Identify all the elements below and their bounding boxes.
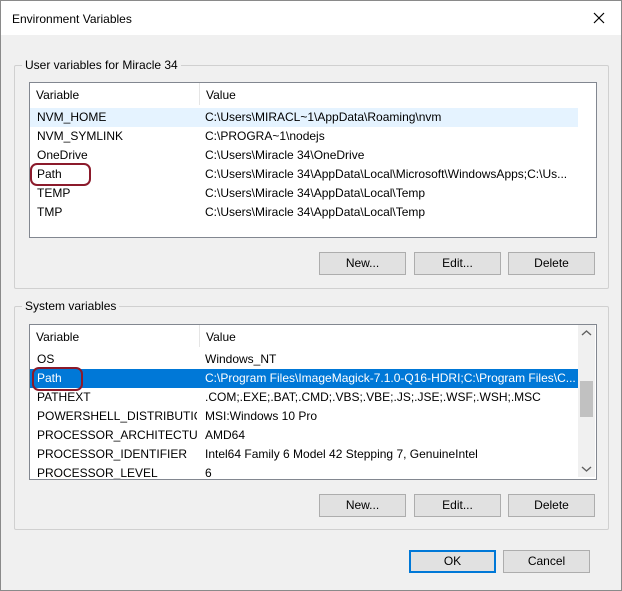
system-list-scrollbar[interactable] — [578, 325, 595, 477]
user-variables-label: User variables for Miracle 34 — [22, 58, 181, 72]
chevron-up-icon — [581, 330, 592, 336]
table-row[interactable]: Path C:\Program Files\ImageMagick-7.1.0-Q… — [30, 369, 578, 388]
user-list-scrollbar[interactable] — [578, 83, 595, 235]
system-edit-button[interactable]: Edit... — [414, 494, 501, 517]
variable-value-cell: Windows_NT — [205, 352, 277, 366]
variable-value-cell: .COM;.EXE;.BAT;.CMD;.VBS;.VBE;.JS;.JSE;.… — [205, 390, 541, 404]
title-bar: Environment Variables — [1, 1, 621, 35]
variable-value-cell: C:\Users\Miracle 34\AppData\Local\Micros… — [205, 167, 568, 181]
system-variables-label: System variables — [22, 299, 120, 313]
variable-value-cell: Intel64 Family 6 Model 42 Stepping 7, Ge… — [205, 447, 478, 461]
user-delete-button[interactable]: Delete — [508, 252, 595, 275]
system-delete-button[interactable]: Delete — [508, 494, 595, 517]
variable-name-cell: PROCESSOR_LEVEL — [37, 466, 158, 480]
ok-button[interactable]: OK — [409, 550, 496, 573]
scroll-thumb[interactable] — [580, 381, 593, 417]
variable-value-cell: C:\Users\Miracle 34\OneDrive — [205, 148, 365, 162]
variable-value-cell: C:\Users\Miracle 34\AppData\Local\Temp — [205, 205, 426, 219]
table-row[interactable]: PROCESSOR_ARCHITECTURE AMD64 — [30, 426, 578, 445]
user-path-highlight — [30, 163, 91, 186]
close-button[interactable] — [577, 1, 621, 35]
variable-value-cell: MSI:Windows 10 Pro — [205, 409, 318, 423]
variable-name-cell: POWERSHELL_DISTRIBUTIO... — [37, 409, 197, 423]
variable-name-cell: NVM_SYMLINK — [37, 129, 124, 143]
table-row[interactable]: NVM_SYMLINK C:\PROGRA~1\nodejs — [30, 127, 578, 146]
environment-variables-dialog: Environment Variables User variables for… — [0, 0, 622, 591]
system-list-header: Variable Value — [30, 325, 578, 347]
user-variables-list[interactable]: Variable Value NVM_HOME C:\Users\MIRACL~1… — [29, 82, 597, 238]
cancel-button[interactable]: Cancel — [503, 550, 590, 573]
user-list-header: Variable Value — [30, 83, 578, 105]
system-path-highlight — [32, 367, 83, 391]
table-row[interactable]: PROCESSOR_IDENTIFIER Intel64 Family 6 Mod… — [30, 445, 578, 464]
variable-value-cell: C:\PROGRA~1\nodejs — [205, 129, 325, 143]
variable-value-cell: C:\Users\Miracle 34\AppData\Local\Temp — [205, 186, 426, 200]
user-new-button[interactable]: New... — [319, 252, 406, 275]
table-row[interactable]: OneDrive C:\Users\Miracle 34\OneDrive — [30, 146, 578, 165]
scroll-up-arrow[interactable] — [578, 325, 595, 342]
variable-name-cell: TMP — [37, 205, 63, 219]
column-header-value[interactable]: Value — [200, 325, 578, 347]
column-header-variable[interactable]: Variable — [30, 83, 200, 105]
system-new-button[interactable]: New... — [319, 494, 406, 517]
table-row[interactable]: PROCESSOR_LEVEL 6 — [30, 464, 578, 480]
variable-value-cell: 6 — [205, 466, 212, 480]
variable-name-cell: TEMP — [37, 186, 71, 200]
window-title: Environment Variables — [12, 12, 132, 26]
scroll-down-arrow[interactable] — [578, 460, 595, 477]
variable-name-cell: NVM_HOME — [37, 110, 107, 124]
chevron-down-icon — [581, 466, 592, 472]
column-header-variable[interactable]: Variable — [30, 325, 200, 347]
table-row[interactable]: Path C:\Users\Miracle 34\AppData\Local\Mi… — [30, 165, 578, 184]
close-icon — [593, 12, 605, 24]
system-variables-list[interactable]: Variable Value OS Windows_NT Path C:\Progra… — [29, 324, 597, 480]
variable-value-cell: C:\Users\MIRACL~1\AppData\Roaming\nvm — [205, 110, 442, 124]
table-row[interactable]: TMP C:\Users\Miracle 34\AppData\Local\Tem… — [30, 203, 578, 222]
variable-value-cell: C:\Program Files\ImageMagick-7.1.0-Q16-H… — [205, 371, 575, 385]
table-row[interactable]: NVM_HOME C:\Users\MIRACL~1\AppData\Roamin… — [30, 108, 578, 127]
table-row[interactable]: POWERSHELL_DISTRIBUTIO... MSI:Windows 10 … — [30, 407, 578, 426]
variable-name-cell: PROCESSOR_ARCHITECTURE — [37, 428, 197, 442]
variable-value-cell: AMD64 — [205, 428, 246, 442]
table-row[interactable]: OS Windows_NT — [30, 350, 578, 369]
user-edit-button[interactable]: Edit... — [414, 252, 501, 275]
variable-name-cell: PROCESSOR_IDENTIFIER — [37, 447, 188, 461]
column-header-value[interactable]: Value — [200, 83, 578, 105]
table-row[interactable]: TEMP C:\Users\Miracle 34\AppData\Local\Te… — [30, 184, 578, 203]
table-row[interactable]: PATHEXT .COM;.EXE;.BAT;.CMD;.VBS;.VBE;.JS… — [30, 388, 578, 407]
